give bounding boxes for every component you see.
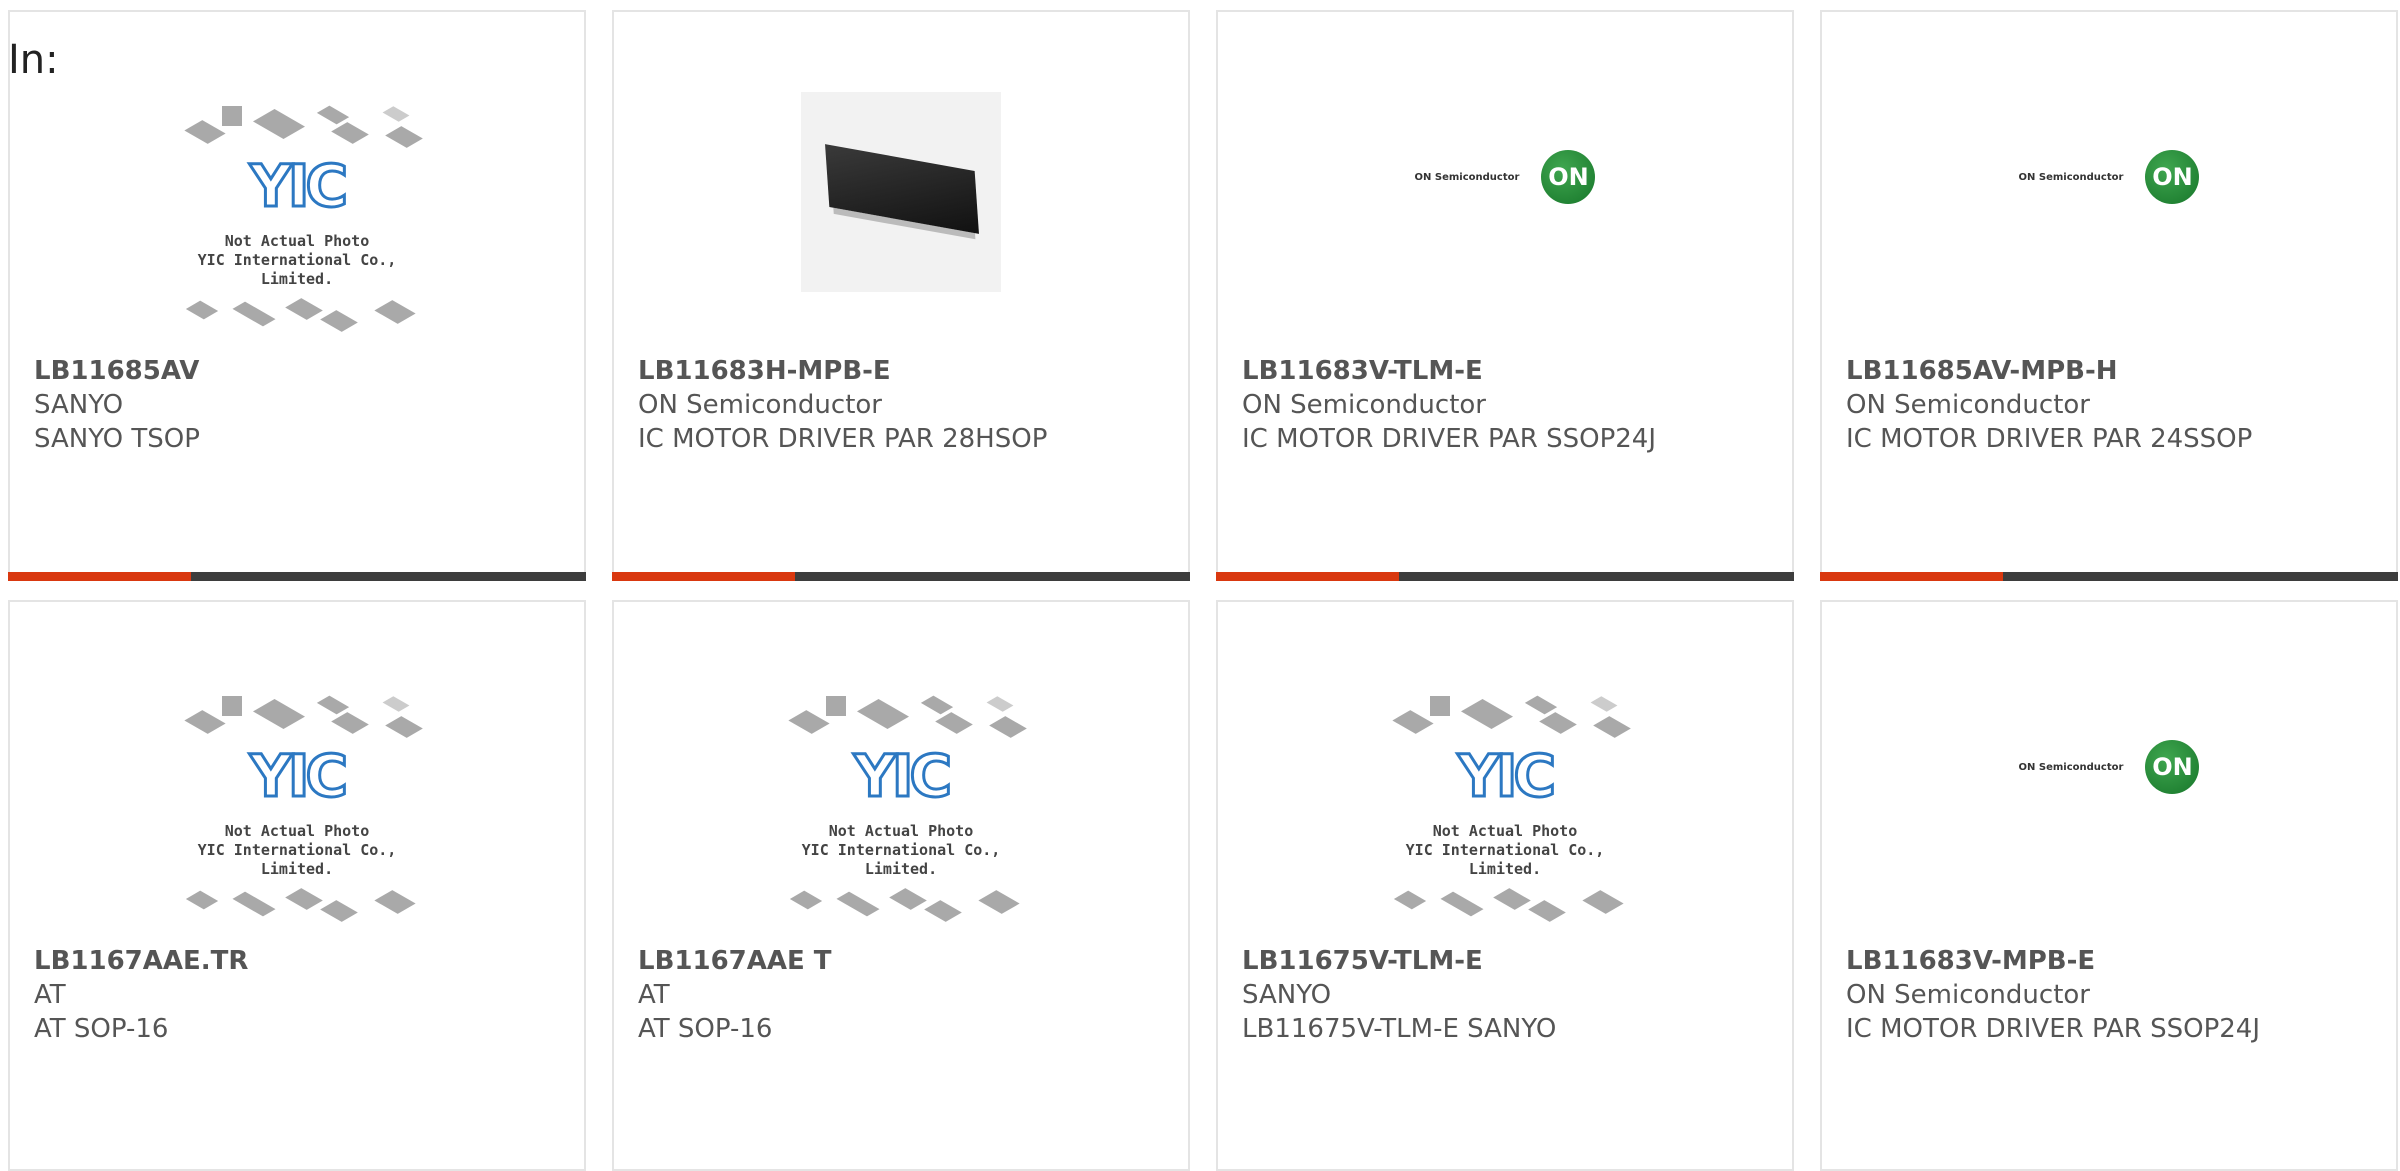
description: IC MOTOR DRIVER PAR SSOP24J (1242, 424, 1656, 454)
product-image[interactable]: ON Semiconductor ON (1822, 677, 2396, 947)
card-bottom-bar (612, 572, 1190, 581)
manufacturer: ON Semiconductor (1242, 390, 1486, 420)
product-info: LB11685AV SANYO SANYO TSOP (34, 354, 574, 456)
on-badge-icon: ON (1541, 150, 1596, 204)
card-accent-bar (1216, 572, 1399, 581)
product-card[interactable]: LB11683H-MPB-E ON Semiconductor IC MOTOR… (612, 10, 1190, 581)
yic-logo: YIC (852, 741, 953, 812)
description: SANYO TSOP (34, 424, 200, 454)
description: IC MOTOR DRIVER PAR SSOP24J (1846, 1014, 2260, 1044)
manufacturer: AT (34, 980, 66, 1010)
product-info: LB1167AAE T AT AT SOP-16 (638, 944, 1178, 1046)
description: LB11675V-TLM-E SANYO (1242, 1014, 1557, 1044)
manufacturer: ON Semiconductor (1846, 390, 2090, 420)
manufacturer: AT (638, 980, 670, 1010)
card-bottom-bar (1820, 572, 2398, 581)
chip-photo (801, 92, 1001, 292)
placeholder-caption: Not Actual Photo YIC International Co., … (1405, 822, 1605, 878)
yic-logo: YIC (248, 741, 349, 812)
card-bottom-bar (1216, 572, 1794, 581)
product-card[interactable]: ON Semiconductor ON LB11685AV-MPB-H ON S… (1820, 10, 2398, 581)
not-actual-photo-placeholder: YIC Not Actual Photo YIC International C… (162, 102, 432, 342)
product-info: LB1167AAE.TR AT AT SOP-16 (34, 944, 574, 1046)
card-bottom-bar (8, 572, 586, 581)
part-number[interactable]: LB1167AAE.TR (34, 944, 574, 978)
yic-logo: YIC (248, 151, 349, 222)
placeholder-caption: Not Actual Photo YIC International Co., … (197, 232, 397, 288)
on-badge-icon: ON (2145, 150, 2200, 204)
not-actual-photo-placeholder: YIC Not Actual Photo YIC International C… (1370, 692, 1640, 932)
onsemi-logo: ON Semiconductor ON (2019, 150, 2200, 204)
placeholder-caption: Not Actual Photo YIC International Co., … (197, 822, 397, 878)
description: IC MOTOR DRIVER PAR 24SSOP (1846, 424, 2253, 454)
product-card[interactable]: ON Semiconductor ON LB11683V-TLM-E ON Se… (1216, 10, 1794, 581)
product-image[interactable]: YIC Not Actual Photo YIC International C… (10, 87, 584, 357)
part-number[interactable]: LB11683V-TLM-E (1242, 354, 1782, 388)
product-image[interactable] (614, 87, 1188, 357)
yic-logo: YIC (1456, 741, 1557, 812)
description: AT SOP-16 (34, 1014, 169, 1044)
part-number[interactable]: LB11685AV-MPB-H (1846, 354, 2386, 388)
filter-label: In: (8, 37, 59, 83)
card-accent-bar (8, 572, 191, 581)
part-number[interactable]: LB11683V-MPB-E (1846, 944, 2386, 978)
product-grid: YIC Not Actual Photo YIC International C… (8, 10, 2398, 1171)
manufacturer: SANYO (1242, 980, 1332, 1010)
product-card[interactable]: ON Semiconductor ON LB11683V-MPB-E ON Se… (1820, 600, 2398, 1171)
placeholder-caption: Not Actual Photo YIC International Co., … (801, 822, 1001, 878)
product-card[interactable]: YIC Not Actual Photo YIC International C… (8, 600, 586, 1171)
card-accent-bar (612, 572, 795, 581)
manufacturer: ON Semiconductor (1846, 980, 2090, 1010)
product-image[interactable]: YIC Not Actual Photo YIC International C… (10, 677, 584, 947)
onsemi-logo: ON Semiconductor ON (1415, 150, 1596, 204)
description: AT SOP-16 (638, 1014, 773, 1044)
product-image[interactable]: YIC Not Actual Photo YIC International C… (1218, 677, 1792, 947)
product-info: LB11683V-TLM-E ON Semiconductor IC MOTOR… (1242, 354, 1782, 456)
card-accent-bar (1820, 572, 2003, 581)
part-number[interactable]: LB1167AAE T (638, 944, 1178, 978)
not-actual-photo-placeholder: YIC Not Actual Photo YIC International C… (766, 692, 1036, 932)
product-info: LB11683V-MPB-E ON Semiconductor IC MOTOR… (1846, 944, 2386, 1046)
manufacturer: ON Semiconductor (638, 390, 882, 420)
part-number[interactable]: LB11675V-TLM-E (1242, 944, 1782, 978)
not-actual-photo-placeholder: YIC Not Actual Photo YIC International C… (162, 692, 432, 932)
product-image[interactable]: YIC Not Actual Photo YIC International C… (614, 677, 1188, 947)
on-badge-icon: ON (2145, 740, 2200, 794)
onsemi-logo: ON Semiconductor ON (2019, 740, 2200, 794)
description: IC MOTOR DRIVER PAR 28HSOP (638, 424, 1048, 454)
part-number[interactable]: LB11683H-MPB-E (638, 354, 1178, 388)
product-image[interactable]: ON Semiconductor ON (1822, 87, 2396, 357)
product-card[interactable]: YIC Not Actual Photo YIC International C… (612, 600, 1190, 1171)
manufacturer: SANYO (34, 390, 124, 420)
part-number[interactable]: LB11685AV (34, 354, 574, 388)
product-image[interactable]: ON Semiconductor ON (1218, 87, 1792, 357)
product-info: LB11683H-MPB-E ON Semiconductor IC MOTOR… (638, 354, 1178, 456)
product-card[interactable]: YIC Not Actual Photo YIC International C… (1216, 600, 1794, 1171)
product-card[interactable]: YIC Not Actual Photo YIC International C… (8, 10, 586, 581)
product-info: LB11675V-TLM-E SANYO LB11675V-TLM-E SANY… (1242, 944, 1782, 1046)
product-info: LB11685AV-MPB-H ON Semiconductor IC MOTO… (1846, 354, 2386, 456)
